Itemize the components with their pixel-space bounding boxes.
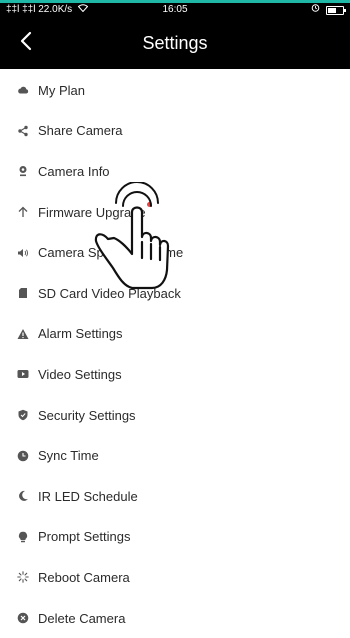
camera-info-icon (17, 165, 29, 177)
settings-item-camera-info[interactable]: Camera Info (0, 151, 350, 192)
settings-item-label: Prompt Settings (38, 529, 131, 545)
settings-item-label: Alarm Settings (38, 326, 123, 342)
moon-icon (17, 490, 29, 502)
settings-item-delete-camera[interactable]: Delete Camera (0, 598, 350, 638)
settings-item-sd-card-playback[interactable]: SD Card Video Playback (0, 273, 350, 314)
settings-item-security-settings[interactable]: Security Settings (0, 395, 350, 436)
settings-item-alarm-settings[interactable]: Alarm Settings (0, 314, 350, 355)
settings-item-label: Delete Camera (38, 610, 126, 626)
settings-list: My Plan Share Camera Camera Info Firmwar… (0, 70, 350, 638)
settings-item-reboot-camera[interactable]: Reboot Camera (0, 557, 350, 598)
settings-item-label: Camera Info (38, 163, 110, 179)
settings-item-ir-led-schedule[interactable]: IR LED Schedule (0, 476, 350, 517)
app-header: Settings (0, 17, 350, 69)
settings-item-label: SD Card Video Playback (38, 285, 181, 301)
delete-icon (17, 612, 29, 624)
arrow-up-icon (17, 206, 29, 218)
settings-item-label: Security Settings (38, 407, 136, 423)
settings-item-firmware-upgrade[interactable]: Firmware Upgrade (0, 192, 350, 233)
settings-item-label: Firmware Upgrade (38, 204, 146, 220)
settings-item-prompt-settings[interactable]: Prompt Settings (0, 517, 350, 558)
settings-item-label: Video Settings (38, 366, 122, 382)
settings-item-speaker-volume[interactable]: Camera Speaker Volume (0, 232, 350, 273)
share-icon (17, 125, 29, 137)
clock-icon (17, 450, 29, 462)
page-title: Settings (142, 33, 208, 53)
settings-item-label: Camera Speaker Volume (38, 245, 184, 261)
status-right (311, 3, 346, 17)
cloud-icon (17, 84, 29, 96)
sd-card-icon (17, 287, 29, 299)
settings-item-video-settings[interactable]: Video Settings (0, 354, 350, 395)
settings-item-label: Sync Time (38, 448, 99, 464)
settings-item-label: IR LED Schedule (38, 488, 138, 504)
status-time: 16:05 (162, 4, 188, 15)
settings-item-my-plan[interactable]: My Plan (0, 70, 350, 111)
status-bar: ‡‡l ‡‡l 22.0K/s 16:05 (0, 3, 350, 17)
warning-icon (17, 328, 29, 340)
update-badge (146, 201, 152, 207)
settings-item-share-camera[interactable]: Share Camera (0, 111, 350, 152)
reboot-icon (17, 571, 29, 584)
speaker-icon (17, 247, 29, 259)
shield-icon (17, 409, 29, 421)
video-icon (17, 368, 29, 380)
bulb-icon (17, 531, 29, 543)
settings-item-label: My Plan (38, 82, 85, 98)
settings-item-label: Share Camera (38, 123, 123, 139)
alarm-clock-icon (311, 3, 320, 17)
battery-icon (326, 5, 346, 15)
settings-item-label: Reboot Camera (38, 569, 130, 585)
settings-item-sync-time[interactable]: Sync Time (0, 435, 350, 476)
